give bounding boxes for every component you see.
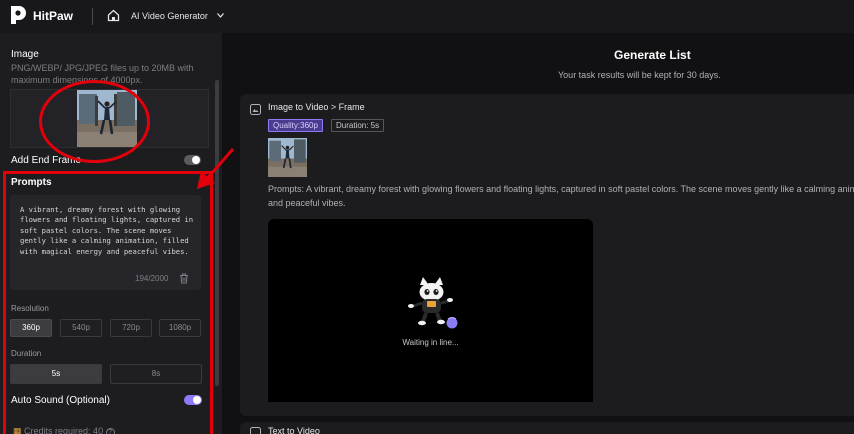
quality-tag: Quality:360p	[268, 119, 323, 132]
chevron-down-icon[interactable]	[217, 13, 224, 18]
task-prompt-line-1: Prompts: A vibrant, dreamy forest with g…	[268, 184, 854, 194]
duration-tag: Duration: 5s	[331, 119, 385, 132]
panel-scrollbar[interactable]	[215, 80, 219, 386]
generate-list-subtitle: Your task results will be kept for 30 da…	[558, 70, 721, 80]
hitpaw-logo-icon	[11, 6, 26, 24]
loading-cat-mascot-icon	[408, 277, 458, 329]
generate-list-title: Generate List	[614, 48, 691, 62]
header-divider	[92, 8, 93, 25]
video-preview[interactable]: Waiting in line...	[268, 219, 593, 402]
task-prompt-line-2: and peaceful vibes.	[268, 198, 346, 208]
task-prompt-text: Prompts: A vibrant, dreamy forest with g…	[268, 182, 854, 210]
next-task-card: Text to Video	[240, 422, 854, 434]
product-dropdown[interactable]: AI Video Generator	[131, 11, 208, 21]
settings-panel: Image PNG/WEBP/ JPG/JPEG files up to 20M…	[0, 33, 235, 434]
next-task-title: Text to Video	[268, 426, 320, 434]
text-to-video-icon	[250, 427, 261, 434]
task-card: Image to Video > Frame Quality:360p Dura…	[240, 94, 854, 416]
task-title: Image to Video > Frame	[268, 102, 365, 112]
task-image-thumbnail[interactable]	[268, 138, 307, 177]
brand-name[interactable]: HitPaw	[33, 9, 73, 23]
home-icon[interactable]	[107, 9, 120, 22]
top-bar: HitPaw AI Video Generator	[0, 0, 854, 33]
waiting-status: Waiting in line...	[402, 338, 459, 347]
annotation-highlight-box	[3, 171, 213, 434]
annotation-arrow-icon	[197, 148, 235, 189]
image-to-video-icon	[250, 104, 261, 115]
annotation-circle	[39, 80, 150, 163]
image-section-title: Image	[11, 49, 39, 60]
